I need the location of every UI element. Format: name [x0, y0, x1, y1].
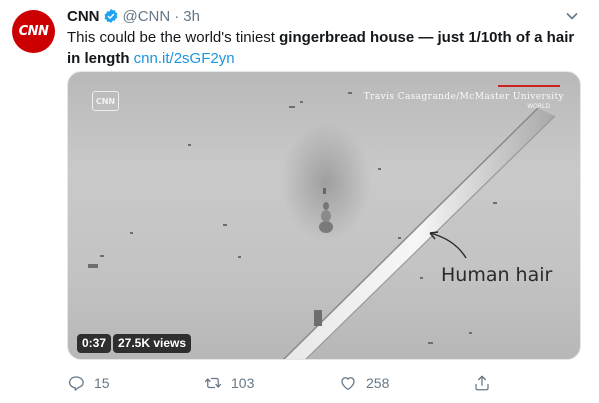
cnn-watermark-logo: CNN	[92, 91, 119, 111]
retweet-button[interactable]: 103	[204, 374, 254, 392]
video-duration-badge: 0:37	[77, 334, 112, 353]
annotation-arrow	[429, 232, 467, 259]
video-views-badge: 27.5K views	[113, 334, 192, 353]
avatar[interactable]: CNN	[12, 10, 55, 53]
tweet-text-plain: This could be the world's tiniest	[67, 29, 280, 46]
reply-count: 15	[94, 375, 110, 391]
tweet-header: CNN @CNN · 3h	[67, 6, 200, 26]
avatar-logo-text: CNN	[18, 24, 49, 39]
chevron-down-icon[interactable]	[565, 9, 579, 23]
retweet-icon	[204, 377, 222, 389]
like-button[interactable]: 258	[339, 374, 389, 392]
tweet-text: This could be the world's tiniest ginger…	[67, 27, 582, 69]
timestamp[interactable]: 3h	[183, 8, 200, 25]
author-name[interactable]: CNN	[67, 8, 100, 25]
share-button[interactable]	[473, 374, 500, 392]
credit-sub-label: WORLD	[527, 103, 550, 110]
reply-icon	[68, 376, 84, 391]
retweet-count: 103	[231, 375, 255, 391]
reply-button[interactable]: 15	[67, 374, 110, 392]
separator-dot: ·	[174, 7, 180, 25]
like-icon	[341, 377, 355, 391]
video-frame	[88, 92, 556, 359]
tweet-link[interactable]: cnn.it/2sGF2yn	[134, 50, 235, 67]
annotation-label: Human hair	[441, 264, 553, 286]
image-credit: Travis Casagrande/McMaster University	[363, 92, 564, 102]
verified-badge-icon	[104, 9, 117, 23]
author-handle[interactable]: @CNN	[123, 8, 171, 25]
share-icon	[475, 375, 489, 391]
like-count: 258	[366, 375, 390, 391]
video-player[interactable]: CNN Travis Casagrande/McMaster Universit…	[67, 71, 581, 360]
tweet-card[interactable]: CNN CNN @CNN · 3h This could be the worl…	[0, 0, 599, 403]
credit-accent-bar	[498, 85, 560, 87]
tweet-actions: 15 103 258	[67, 374, 507, 394]
